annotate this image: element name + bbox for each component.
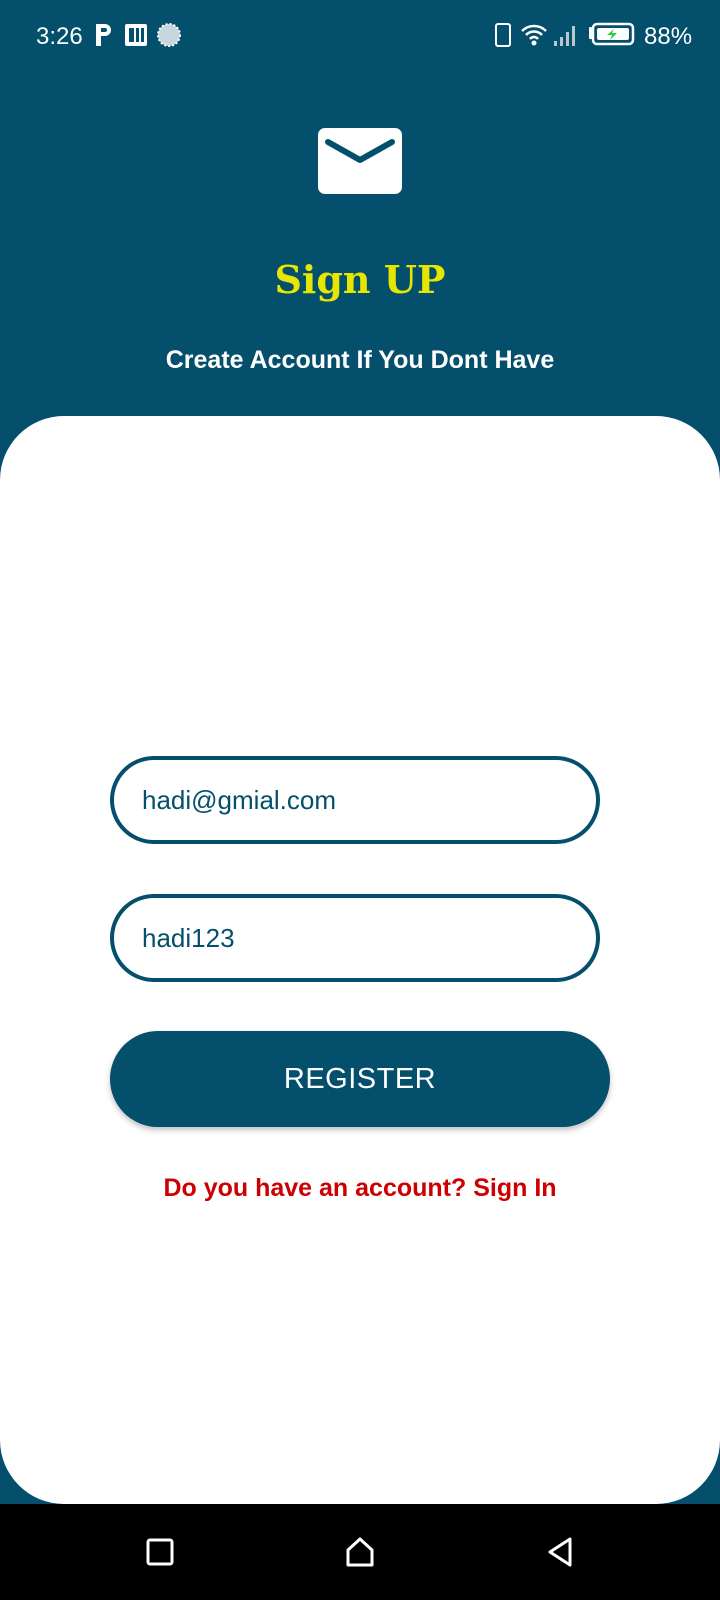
- app-icon: [125, 24, 147, 46]
- wifi-icon: [521, 24, 547, 46]
- navigation-bar: [0, 1504, 720, 1600]
- signin-link[interactable]: Do you have an account? Sign In: [0, 1168, 720, 1208]
- status-bar: 3:26 88%: [0, 0, 720, 76]
- battery-charging-icon: [589, 22, 635, 46]
- battery-percent: 88%: [644, 23, 693, 50]
- home-icon[interactable]: [340, 1532, 380, 1572]
- register-button[interactable]: REGISTER: [110, 1031, 610, 1127]
- page-title: Sign UP: [274, 257, 446, 302]
- email-field[interactable]: [110, 756, 600, 844]
- mail-icon: [318, 128, 402, 194]
- signal-icon: [554, 26, 575, 46]
- password-field[interactable]: [110, 894, 600, 982]
- page-subtitle: Create Account If You Dont Have: [165, 346, 555, 374]
- phone-icon: [495, 23, 511, 47]
- sync-icon: [157, 23, 181, 47]
- recents-icon[interactable]: [140, 1532, 180, 1572]
- parking-icon: [96, 24, 111, 46]
- back-icon[interactable]: [540, 1532, 580, 1572]
- status-time: 3:26: [36, 23, 83, 50]
